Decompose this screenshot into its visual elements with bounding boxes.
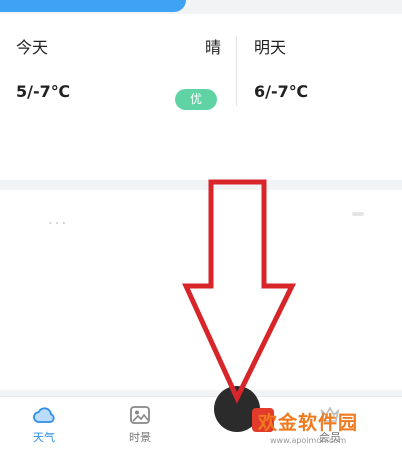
tab-weather-label: 天气 [33,431,55,444]
detail-more-indicator [352,212,364,216]
tomorrow-label: 明天 [254,38,287,57]
today-label: 今天 [16,38,49,57]
tab-scenery-label: 时景 [129,431,151,444]
watermark-text: 欢金软件园 [258,412,359,434]
forecast-card: 今天 晴 5/-7℃ 优 明天 6/-7℃ [0,14,402,180]
image-icon [130,406,150,424]
tab-weather[interactable]: 天气 [14,405,74,445]
aqi-badge: 优 [175,89,217,110]
today-condition: 晴 [204,38,221,57]
forecast-divider [236,36,237,106]
tab-scenery[interactable]: 时景 [110,405,170,445]
today-temperature: 5/-7℃ [16,82,71,101]
watermark: 欢金软件园 www.apoimdn.com [252,406,398,446]
detail-card: ... [0,190,402,390]
watermark-url: www.apoimdn.com [270,436,347,445]
detail-title-faded: ... [48,210,69,228]
tomorrow-temperature: 6/-7℃ [254,82,309,101]
cloud-icon [33,407,55,423]
header-bar [0,0,186,12]
